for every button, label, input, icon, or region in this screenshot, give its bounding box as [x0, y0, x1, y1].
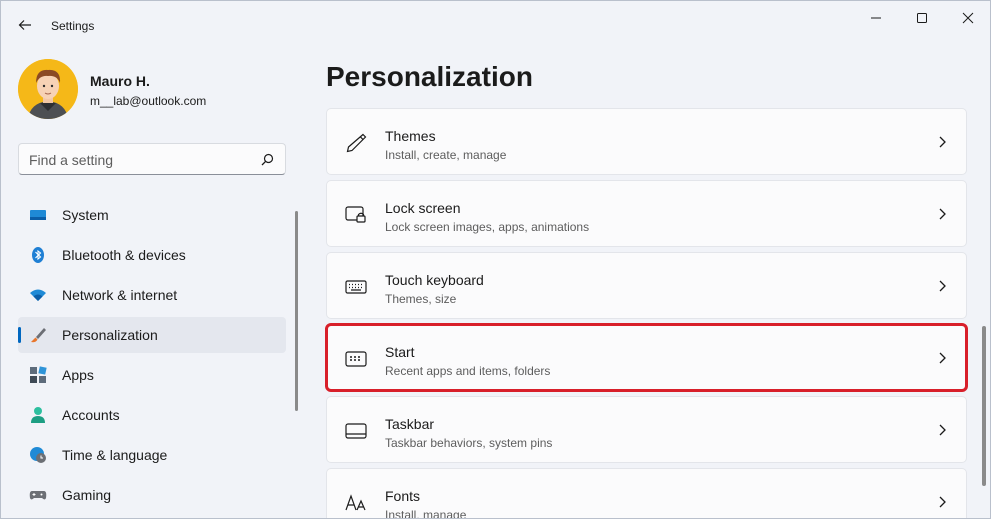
pen-icon [346, 133, 367, 153]
card-subtitle: Lock screen images, apps, animations [385, 220, 590, 234]
card-title: Taskbar [385, 416, 435, 432]
fonts-icon [345, 494, 366, 511]
settings-card-lock-screen[interactable]: Lock screen Lock screen images, apps, an… [326, 180, 967, 247]
close-icon [962, 12, 974, 24]
lock-screen-icon [345, 206, 366, 223]
settings-card-start[interactable]: Start Recent apps and items, folders [325, 323, 968, 392]
card-title: Fonts [385, 488, 421, 504]
search-icon[interactable] [259, 152, 275, 168]
user-profile[interactable]: Mauro H. m__lab@outlook.com [18, 59, 288, 121]
settings-list: Themes Install, create, manage Lock scre… [325, 108, 968, 519]
close-button[interactable] [945, 1, 990, 35]
card-subtitle: Install, manage [385, 508, 467, 519]
sidebar-item-label: Bluetooth & devices [62, 247, 186, 263]
avatar [18, 59, 78, 119]
globe-clock-icon [30, 447, 46, 463]
search-input[interactable] [29, 150, 249, 170]
settings-card-themes[interactable]: Themes Install, create, manage [326, 108, 967, 175]
app-title: Settings [51, 19, 95, 33]
maximize-button[interactable] [899, 1, 945, 35]
paintbrush-icon [31, 328, 46, 343]
card-subtitle: Install, create, manage [385, 148, 507, 162]
page-title: Personalization [326, 61, 533, 92]
taskbar-icon [345, 423, 367, 439]
keyboard-icon [345, 280, 367, 294]
main-scrollbar[interactable] [982, 326, 986, 486]
card-subtitle: Taskbar behaviors, system pins [385, 436, 553, 450]
apps-icon [30, 366, 47, 383]
chevron-right-icon [939, 496, 946, 508]
person-icon [31, 407, 45, 423]
wifi-icon [30, 289, 46, 301]
minimize-button[interactable] [853, 1, 899, 35]
settings-card-fonts[interactable]: Fonts Install, manage [326, 468, 967, 519]
sidebar-item-label: Network & internet [62, 287, 178, 303]
title-bar: Settings [1, 1, 990, 51]
sidebar-item-network[interactable]: Network & internet [18, 277, 286, 313]
sidebar-nav: System Bluetooth & devices Network & int… [18, 197, 286, 517]
sidebar-item-system[interactable]: System [18, 197, 286, 233]
sidebar-scrollbar[interactable] [295, 211, 298, 411]
chevron-right-icon [939, 208, 946, 220]
sidebar-item-label: Time & language [62, 447, 168, 463]
sidebar-item-accounts[interactable]: Accounts [18, 397, 286, 433]
minimize-icon [871, 17, 881, 19]
sidebar-item-personalization[interactable]: Personalization [18, 317, 286, 353]
card-title: Touch keyboard [385, 272, 484, 288]
card-subtitle: Themes, size [385, 292, 457, 306]
sidebar-item-label: Accounts [62, 407, 120, 423]
maximize-icon [917, 13, 927, 23]
user-email: m__lab@outlook.com [90, 94, 207, 108]
sidebar-item-label: Personalization [62, 327, 158, 343]
settings-window: Settings Mauro H. m__lab@outlook.com Fin… [0, 0, 991, 519]
card-subtitle: Recent apps and items, folders [385, 364, 551, 378]
sidebar-item-bluetooth[interactable]: Bluetooth & devices [18, 237, 286, 273]
monitor-icon [30, 210, 46, 220]
user-name: Mauro H. [90, 73, 150, 89]
sidebar-item-label: Apps [62, 367, 94, 383]
sidebar-item-label: System [62, 207, 109, 223]
chevron-right-icon [939, 280, 946, 292]
chevron-right-icon [939, 136, 946, 148]
search-box[interactable] [18, 143, 286, 175]
sidebar-item-label: Gaming [62, 487, 112, 503]
card-title: Lock screen [385, 200, 461, 216]
bluetooth-icon [32, 247, 44, 263]
start-menu-icon [345, 351, 367, 367]
card-title: Start [385, 344, 415, 360]
settings-card-taskbar[interactable]: Taskbar Taskbar behaviors, system pins [326, 396, 967, 463]
chevron-right-icon [939, 424, 946, 436]
back-button[interactable] [11, 11, 39, 39]
sidebar-item-apps[interactable]: Apps [18, 357, 286, 393]
chevron-right-icon [939, 352, 946, 364]
settings-card-touch-keyboard[interactable]: Touch keyboard Themes, size [326, 252, 967, 319]
sidebar-item-time-language[interactable]: Time & language [18, 437, 286, 473]
gamepad-icon [29, 491, 47, 500]
arrow-left-icon [18, 20, 31, 30]
card-title: Themes [385, 128, 436, 144]
sidebar-item-gaming[interactable]: Gaming [18, 477, 286, 513]
avatar-illustration-icon [18, 59, 78, 119]
